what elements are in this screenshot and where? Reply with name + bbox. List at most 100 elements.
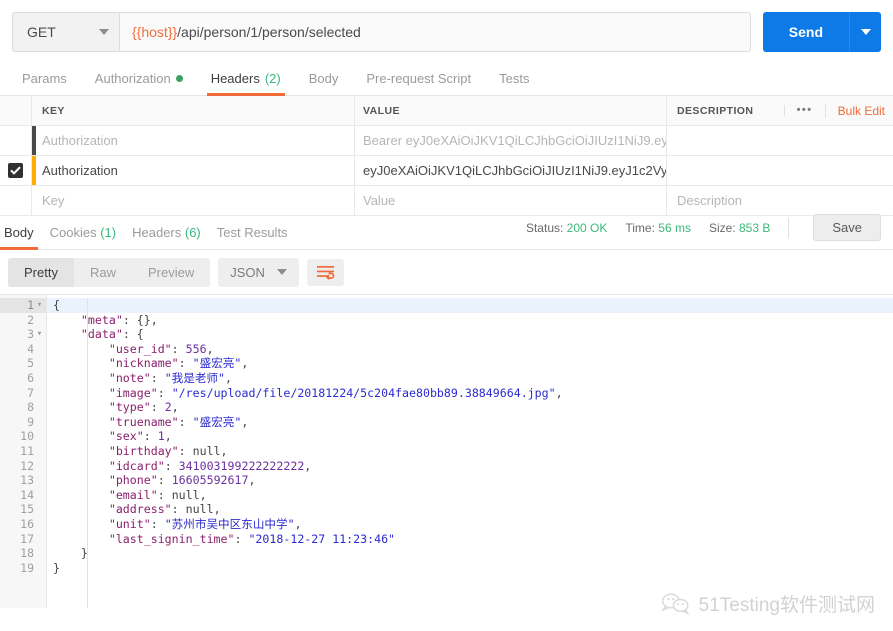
view-mode-pretty[interactable]: Pretty — [8, 257, 74, 287]
table-row[interactable]: Authorization eyJ0eXAiOiJKV1QiLCJhbGciOiJ… — [0, 156, 893, 186]
request-tab-label: Headers — [210, 71, 260, 86]
header-key-input[interactable]: Key — [32, 186, 355, 215]
code-line: "user_id": 556, — [47, 342, 893, 357]
code-token: null — [171, 487, 200, 502]
code-token: , — [150, 312, 158, 327]
line-number: 5 — [27, 356, 34, 371]
headers-table-header-row: KEY VALUE DESCRIPTION ••• Bulk Edit — [0, 96, 893, 126]
save-response-button[interactable]: Save — [813, 214, 881, 241]
status-value: 200 OK — [566, 220, 608, 235]
header-value-input[interactable]: eyJ0eXAiOiJKV1QiLCJhbGciOiJIUzI1NiJ9.eyJ… — [355, 156, 667, 185]
send-button-group: Send — [762, 11, 881, 52]
column-header-key: KEY — [32, 96, 355, 125]
code-token: "sex" — [108, 429, 144, 444]
code-token: : — [122, 312, 137, 327]
line-number: 4 — [27, 341, 34, 356]
table-row[interactable]: Authorization Bearer eyJ0eXAiOiJKV1QiLCJh… — [0, 126, 893, 156]
code-line: "email": null, — [47, 488, 893, 503]
code-token: 1 — [157, 429, 165, 444]
request-tab-params[interactable]: Params — [8, 71, 81, 95]
response-tab-label: Headers — [132, 225, 182, 240]
response-tab-body[interactable]: Body — [0, 225, 46, 250]
indent-guide — [87, 298, 88, 608]
request-tab-headers[interactable]: Headers (2) — [197, 71, 295, 96]
code-token: 341003199222222222 — [178, 458, 305, 473]
bulk-edit-button[interactable]: Bulk Edit — [824, 103, 893, 118]
more-options-icon[interactable]: ••• — [783, 105, 825, 116]
code-token: : — [143, 429, 158, 444]
request-tab-tests[interactable]: Tests — [485, 71, 543, 95]
code-token: , — [241, 414, 249, 429]
header-key-text: Key — [42, 193, 65, 208]
view-mode-raw[interactable]: Raw — [74, 258, 132, 287]
code-token: "nickname" — [108, 356, 179, 371]
line-number: 16 — [20, 516, 34, 531]
view-mode-preview[interactable]: Preview — [132, 258, 210, 287]
header-key-input[interactable]: Authorization — [32, 156, 355, 185]
request-tab-label: Params — [22, 71, 67, 86]
time-label: Time: — [625, 220, 655, 235]
code-token: "birthday" — [108, 443, 179, 458]
row-checkbox[interactable] — [8, 163, 23, 178]
header-description-input[interactable] — [667, 126, 893, 155]
code-token: : — [157, 487, 172, 502]
line-number: 8 — [27, 400, 34, 415]
row-checkbox-cell[interactable] — [0, 156, 32, 185]
row-checkbox-cell[interactable] — [0, 126, 32, 155]
code-line: { — [47, 298, 893, 313]
request-tab-pre-request-script[interactable]: Pre-request Script — [352, 71, 485, 95]
request-url-bar: GET {{host}}/api/person/1/person/selecte… — [0, 0, 893, 63]
header-key-input[interactable]: Authorization — [32, 126, 355, 155]
send-button[interactable]: Send — [762, 11, 849, 52]
send-options-button[interactable] — [849, 11, 881, 52]
response-tab-test-results[interactable]: Test Results — [213, 225, 300, 249]
column-header-description: DESCRIPTION ••• Bulk Edit — [667, 96, 893, 125]
response-tab-label: Cookies — [49, 225, 97, 240]
language-value: JSON — [230, 264, 265, 280]
line-number: 11 — [20, 443, 34, 458]
header-description-input[interactable]: Description — [667, 186, 893, 215]
code-token: "/res/upload/file/20181224/5c204fae80bb8… — [171, 385, 556, 400]
response-tab-count: (6) — [181, 225, 201, 240]
request-tab-label: Pre-request Script — [366, 71, 472, 86]
wrap-lines-button[interactable] — [306, 258, 344, 286]
code-token: "image" — [108, 385, 158, 400]
response-tabs-bar: Body Cookies (1) Headers (6) Test Results S… — [0, 214, 893, 250]
code-line: } — [47, 546, 893, 561]
fold-toggle-icon[interactable]: ▾ — [35, 327, 44, 342]
code-token: , — [225, 370, 233, 385]
header-value-input[interactable]: Value — [355, 186, 667, 215]
header-value-input[interactable]: Bearer eyJ0eXAiOiJKV1QiLCJhbGciOiJIUzI1N… — [355, 126, 667, 155]
code-token: "address" — [108, 502, 172, 517]
table-row[interactable]: Key Value Description — [0, 186, 893, 216]
request-tabs: Params Authorization Headers (2) Body Pre-req… — [0, 63, 893, 96]
code-token: , — [220, 443, 228, 458]
size-label: Size: — [708, 220, 736, 235]
select-all-cell — [0, 96, 32, 125]
request-tab-authorization[interactable]: Authorization — [81, 71, 197, 95]
row-checkbox-cell[interactable] — [0, 186, 32, 215]
editor-code[interactable]: { "meta": {}, "data": { "user_id": 556, … — [47, 295, 893, 608]
response-tab-cookies[interactable]: Cookies (1) — [46, 225, 128, 249]
code-token: : — [150, 370, 165, 385]
code-token: : — [150, 516, 165, 531]
code-line: "image": "/res/upload/file/20181224/5c20… — [47, 386, 893, 401]
code-token: "last_signin_time" — [108, 531, 235, 546]
code-token: "user_id" — [108, 341, 172, 356]
response-tabs: Body Cookies (1) Headers (6) Test Results — [0, 225, 300, 250]
fold-toggle-icon[interactable]: ▾ — [35, 298, 44, 313]
request-tab-body[interactable]: Body — [295, 71, 353, 95]
code-token: 2 — [164, 400, 172, 415]
code-token: , — [171, 400, 179, 415]
view-mode-segmented: Pretty Raw Preview — [8, 257, 211, 287]
response-tab-headers[interactable]: Headers (6) — [128, 225, 213, 249]
language-select[interactable]: JSON — [218, 257, 299, 287]
response-body-editor[interactable]: 1 ▾ 2 3 ▾ 4 5 6 7 8 9 10 11 12 13 14 15 16 17 18 19 { "meta"… — [0, 294, 893, 608]
line-number: 15 — [20, 502, 34, 517]
request-url-input[interactable]: {{host}}/api/person/1/person/selected — [120, 11, 751, 52]
line-number: 12 — [20, 458, 34, 473]
code-token: null — [185, 502, 214, 517]
header-description-input[interactable] — [667, 156, 893, 185]
http-method-select[interactable]: GET — [12, 11, 120, 52]
code-token: : — [157, 473, 172, 488]
